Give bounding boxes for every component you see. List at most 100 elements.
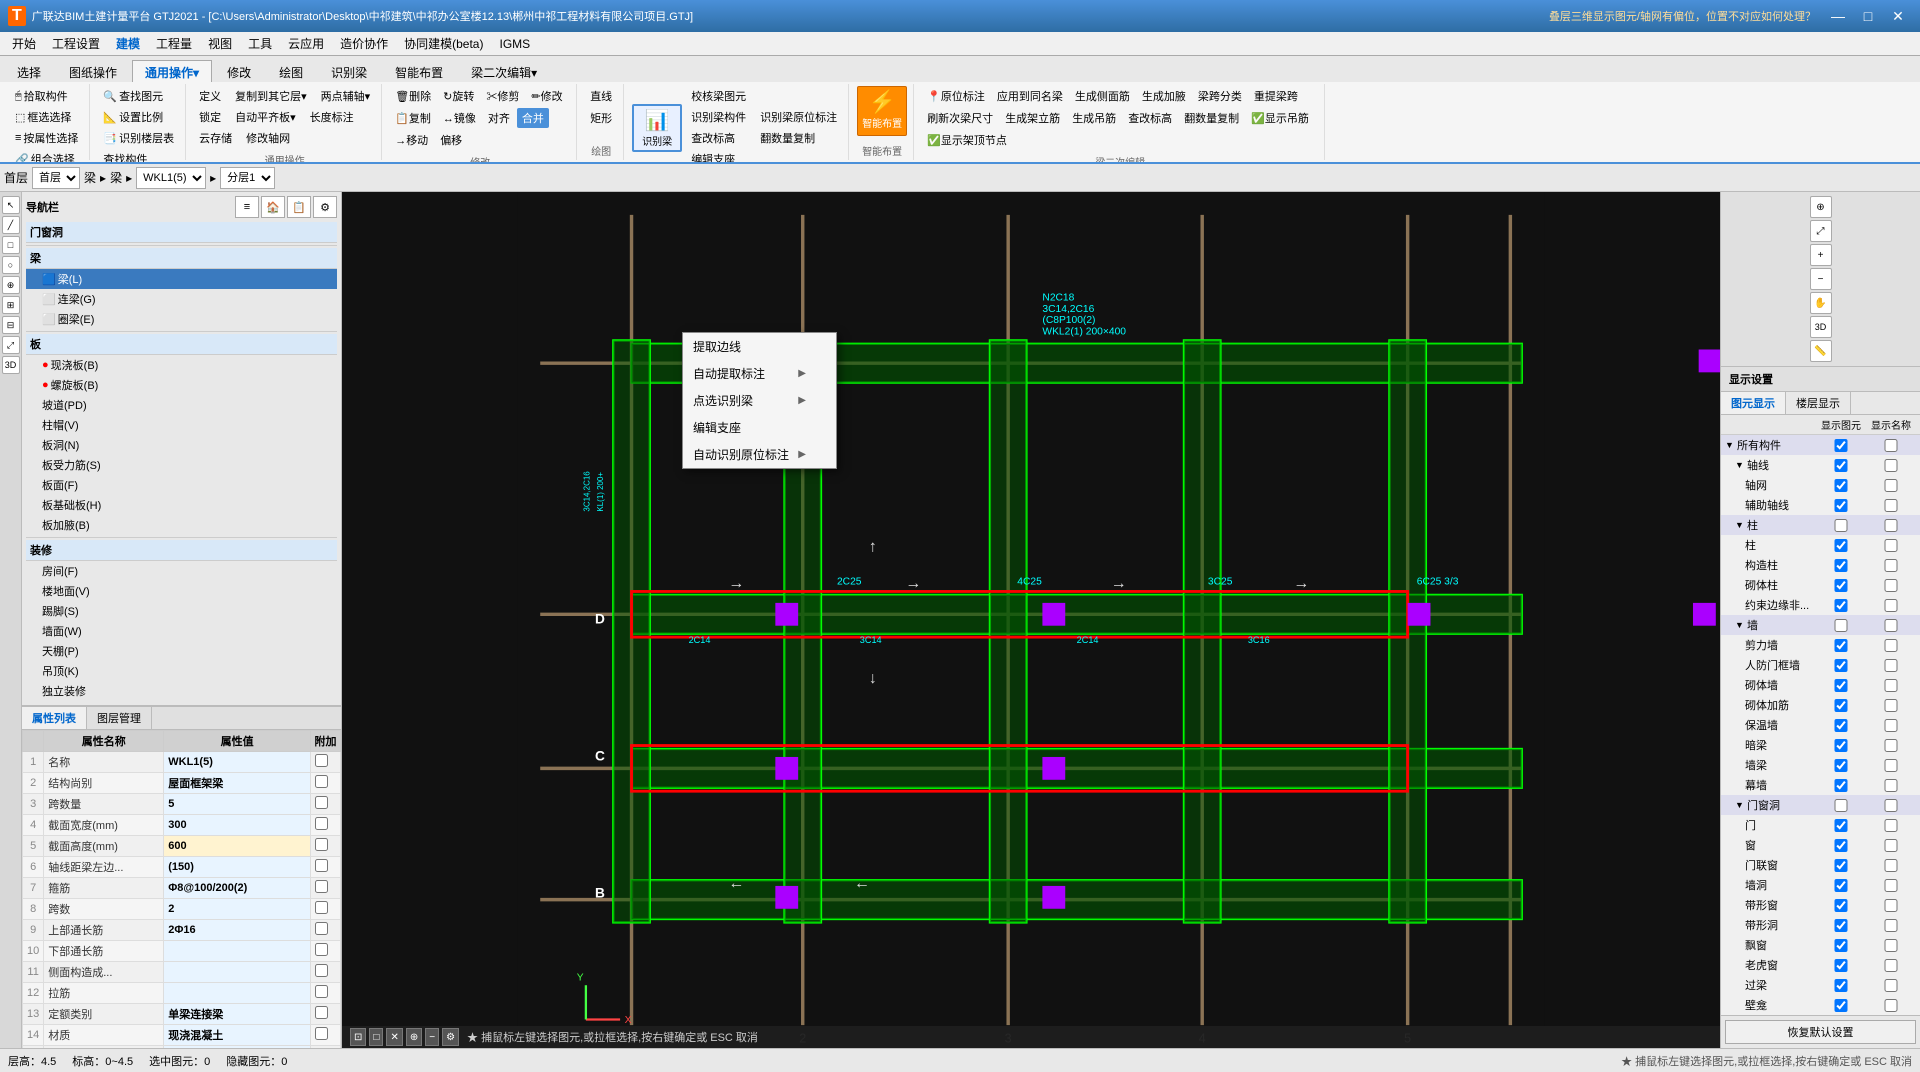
btn-align[interactable]: 对齐 xyxy=(483,108,515,128)
btn-modify-axis[interactable]: 修改轴网 xyxy=(241,128,295,148)
prop-attach-checkbox[interactable] xyxy=(315,964,328,977)
chk-wall-hole-name[interactable] xyxy=(1866,879,1916,892)
chk-door-name[interactable] xyxy=(1866,819,1916,832)
ribbon-tab-ops[interactable]: 图纸操作 xyxy=(56,60,130,82)
chk-struct-col-el[interactable] xyxy=(1816,559,1866,572)
btn-gen-side-bar[interactable]: 生成侧面筋 xyxy=(1070,86,1135,106)
prop-attach-checkbox[interactable] xyxy=(315,985,328,998)
floor-select[interactable]: 首层 2层 3层 xyxy=(32,167,80,189)
btn-box-select[interactable]: ⬚ 框选选择 xyxy=(10,107,83,127)
nav-slab-force[interactable]: 板受力筋(S) xyxy=(26,455,337,475)
btn-check-elevation[interactable]: 查改标高 xyxy=(686,128,751,148)
chk-dw-comb-name[interactable] xyxy=(1866,859,1916,872)
menu-tools[interactable]: 工具 xyxy=(240,33,280,54)
nav-ramp[interactable]: 坡道(PD) xyxy=(26,395,337,415)
chk-wall-name[interactable] xyxy=(1866,619,1916,632)
chk-strip-hole-name[interactable] xyxy=(1866,919,1916,932)
nav-slab-spiral[interactable]: ● 螺旋板(B) xyxy=(26,375,337,395)
chk-strip-window-el[interactable] xyxy=(1816,899,1866,912)
menu-cloud[interactable]: 云应用 xyxy=(280,33,332,54)
prop-attach-checkbox[interactable] xyxy=(315,838,328,851)
prop-attach-checkbox[interactable] xyxy=(315,880,328,893)
btn-pick-component[interactable]: 🖱 拾取构件 xyxy=(10,86,83,106)
btn-set-ratio[interactable]: 📐 设置比例 xyxy=(98,107,179,127)
nav-slab-header[interactable]: 板 xyxy=(26,334,337,355)
btn-hint-tool1[interactable]: ⊡ xyxy=(350,1028,366,1046)
btn-copy[interactable]: 📋复制 xyxy=(390,108,436,128)
chk-bay-window-name[interactable] xyxy=(1866,939,1916,952)
tab-layer-manage[interactable]: 图层管理 xyxy=(87,707,152,729)
btn-auto-align[interactable]: 自动平齐板▾ xyxy=(230,107,301,127)
chk-axis-show-name[interactable] xyxy=(1866,459,1916,472)
nav-wall-face[interactable]: 墙面(W) xyxy=(26,621,337,641)
ctx-menu-extract-edge[interactable]: 提取边线 xyxy=(683,333,836,360)
chk-col-d-show-el[interactable] xyxy=(1816,539,1866,552)
chk-door-el[interactable] xyxy=(1816,819,1866,832)
btn-move[interactable]: →移动 xyxy=(390,130,433,150)
sidebar-icon-select[interactable]: ↖ xyxy=(2,196,20,214)
nav-floor[interactable]: 楼地面(V) xyxy=(26,581,337,601)
tab-floor-display[interactable]: 楼层显示 xyxy=(1786,392,1851,414)
btn-hint-minus[interactable]: − xyxy=(425,1028,439,1046)
chk-constrained-name[interactable] xyxy=(1866,599,1916,612)
sidebar-icon-line[interactable]: ╱ xyxy=(2,216,20,234)
btn-identify-beam[interactable]: 📊 识别梁 xyxy=(632,104,682,152)
btn-find-element[interactable]: 🔍 查找图元 xyxy=(98,86,179,106)
btn-offset[interactable]: 偏移 xyxy=(435,130,467,150)
btn-trim[interactable]: ✂修剪 xyxy=(481,86,524,106)
sidebar-icon-fit[interactable]: ⤢ xyxy=(2,336,20,354)
chk-masonry-reinf-name[interactable] xyxy=(1866,699,1916,712)
btn-gen-hanger[interactable]: 生成吊筋 xyxy=(1067,108,1121,128)
sidebar-icon-3d[interactable]: 3D xyxy=(2,356,20,374)
chk-masonry-col-el[interactable] xyxy=(1816,579,1866,592)
btn-flip-copy[interactable]: 翻数量复制 xyxy=(755,128,842,148)
chk-shear-wall-el[interactable] xyxy=(1816,639,1866,652)
ribbon-tab-identify[interactable]: 识别梁 xyxy=(318,60,380,82)
btn-show-hanger[interactable]: ✅显示吊筋 xyxy=(1246,108,1314,128)
chk-cd-wall-el[interactable] xyxy=(1816,659,1866,672)
nav-indep-decor[interactable]: 独立装修 xyxy=(26,681,337,701)
btn-zoom-in-r[interactable]: + xyxy=(1810,244,1832,266)
nav-slab-found-h[interactable]: 板基础板(H) xyxy=(26,495,337,515)
chk-all-show-name[interactable] xyxy=(1866,439,1916,452)
prop-attach-checkbox[interactable] xyxy=(315,901,328,914)
btn-pan-r[interactable]: ✋ xyxy=(1810,292,1832,314)
chk-shear-wall-name[interactable] xyxy=(1866,639,1916,652)
chk-grid-show-el[interactable] xyxy=(1816,479,1866,492)
nav-col-cap[interactable]: 柱帽(V) xyxy=(26,415,337,435)
ctx-menu-edit-support[interactable]: 编辑支座 xyxy=(683,414,836,441)
nav-decor-header[interactable]: 装修 xyxy=(26,540,337,561)
menu-view[interactable]: 视图 xyxy=(200,33,240,54)
chk-niche-name[interactable] xyxy=(1866,999,1916,1012)
btn-merge[interactable]: 合并 xyxy=(517,108,549,128)
chk-grid-show-name[interactable] xyxy=(1866,479,1916,492)
chk-insulation-wall-name[interactable] xyxy=(1866,719,1916,732)
nav-btn-home[interactable]: 🏠 xyxy=(261,196,285,218)
btn-apply-same-name[interactable]: 应用到同名梁 xyxy=(992,86,1068,106)
btn-delete[interactable]: 🗑删除 xyxy=(390,86,436,106)
btn-copy-to-layer[interactable]: 复制到其它层▾ xyxy=(230,86,312,106)
chk-dormer-el[interactable] xyxy=(1816,959,1866,972)
chk-masonry-col-name[interactable] xyxy=(1866,579,1916,592)
btn-length-label[interactable]: 长度标注 xyxy=(305,107,359,127)
btn-measure-r[interactable]: 📏 xyxy=(1810,340,1832,362)
chk-niche-el[interactable] xyxy=(1816,999,1866,1012)
btn-view-toggle[interactable]: ⊕ xyxy=(1810,196,1832,218)
chk-overbeam-el[interactable] xyxy=(1816,979,1866,992)
chk-dw-el[interactable] xyxy=(1816,799,1866,812)
chk-strip-hole-el[interactable] xyxy=(1816,919,1866,932)
chk-wall-beam-name[interactable] xyxy=(1866,759,1916,772)
chk-masonry-reinf-el[interactable] xyxy=(1816,699,1866,712)
chk-hidden-beam-name[interactable] xyxy=(1866,739,1916,752)
btn-check-beam[interactable]: 校核梁图元 xyxy=(686,86,751,106)
prop-attach-checkbox[interactable] xyxy=(315,775,328,788)
chk-masonry-wall-el[interactable] xyxy=(1816,679,1866,692)
ribbon-tab-general[interactable]: 通用操作▾ xyxy=(132,60,212,82)
prop-value-cell[interactable]: 600 xyxy=(164,836,311,857)
chk-wall-hole-el[interactable] xyxy=(1816,879,1866,892)
btn-rotate[interactable]: ↻旋转 xyxy=(438,86,479,106)
nav-ceiling[interactable]: 天棚(P) xyxy=(26,641,337,661)
prop-attach-checkbox[interactable] xyxy=(315,796,328,809)
btn-id-beam-label[interactable]: 识别梁原位标注 xyxy=(755,107,842,127)
btn-two-points[interactable]: 两点辅轴▾ xyxy=(316,86,376,106)
